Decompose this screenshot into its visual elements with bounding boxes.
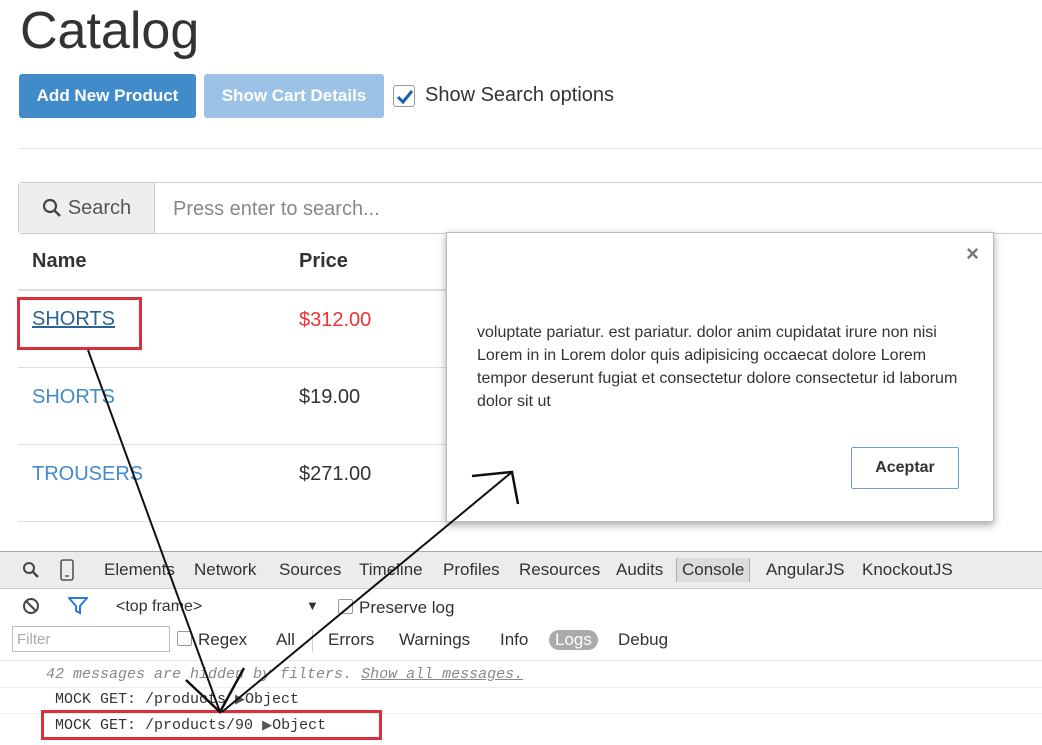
close-icon[interactable]: × (966, 241, 979, 267)
table-header-name: Name (32, 250, 87, 272)
highlight-box-console (41, 710, 382, 740)
product-link-trousers[interactable]: TROUSERS (32, 463, 143, 486)
filter-icon[interactable] (68, 597, 88, 615)
console-divider (0, 687, 1042, 688)
modal-body-text: voluptate pariatur. est pariatur. dolor … (477, 324, 958, 410)
tab-sources[interactable]: Sources (279, 560, 341, 580)
tab-audits[interactable]: Audits (616, 560, 663, 580)
product-modal: × voluptate pariatur. est pariatur. dolo… (446, 232, 994, 522)
clear-console-icon[interactable] (22, 597, 40, 615)
show-search-options-label: Show Search options (425, 84, 615, 106)
console-toolbar: <top frame> ▼ Preserve log (0, 590, 1042, 624)
regex-label: Regex (198, 630, 248, 649)
level-separator (312, 630, 313, 652)
level-logs[interactable]: Logs (549, 630, 598, 650)
console-log-text: MOCK GET: /products (55, 691, 227, 708)
level-errors[interactable]: Errors (328, 630, 374, 650)
search-icon (42, 198, 61, 217)
level-warnings[interactable]: Warnings (399, 630, 470, 650)
row-divider (18, 367, 448, 368)
chevron-down-icon[interactable]: ▼ (306, 598, 319, 613)
filter-input[interactable] (12, 626, 170, 652)
tab-resources[interactable]: Resources (519, 560, 600, 580)
console-filter-bar: Regex All Errors Warnings Info Logs Debu… (0, 624, 1042, 661)
show-all-messages-link[interactable]: Show all messages. (361, 666, 523, 683)
tab-network[interactable]: Network (194, 560, 256, 580)
inspect-search-icon[interactable] (22, 561, 40, 579)
row-divider (18, 444, 448, 445)
tab-console[interactable]: Console (676, 558, 751, 582)
table-header-price: Price (299, 250, 348, 272)
product-price: $19.00 (299, 386, 361, 408)
highlight-box-product (17, 297, 142, 350)
tab-knockoutjs[interactable]: KnockoutJS (862, 560, 953, 580)
level-all[interactable]: All (276, 630, 295, 650)
search-addon-label: Search (67, 196, 132, 219)
product-price: $271.00 (299, 463, 372, 485)
preserve-log-label: Preserve log (359, 598, 455, 617)
search-group: Search (18, 182, 1042, 235)
console-object[interactable]: Object (245, 691, 299, 708)
frame-selector[interactable]: <top frame> (116, 598, 202, 616)
tab-elements[interactable]: Elements (104, 560, 175, 580)
regex-checkbox[interactable] (177, 631, 192, 646)
page-title: Catalog (20, 2, 200, 60)
aceptar-button[interactable]: Aceptar (851, 447, 959, 489)
show-search-options-checkbox[interactable] (393, 85, 415, 107)
checkmark-icon (396, 90, 414, 105)
search-input[interactable] (173, 183, 1035, 235)
expand-triangle-icon[interactable]: ▶ (235, 692, 245, 707)
product-price: $312.00 (299, 309, 372, 331)
page: Catalog Add New Product Show Cart Detail… (0, 0, 1042, 745)
level-debug[interactable]: Debug (618, 630, 668, 650)
tab-profiles[interactable]: Profiles (443, 560, 500, 580)
row-divider (18, 521, 448, 522)
level-info[interactable]: Info (500, 630, 528, 650)
preserve-log-checkbox[interactable] (338, 599, 353, 614)
search-addon[interactable]: Search (19, 183, 155, 233)
table-header-divider (18, 289, 448, 291)
add-new-product-button[interactable]: Add New Product (19, 74, 196, 118)
tab-angularjs[interactable]: AngularJS (766, 560, 844, 580)
hidden-messages-text: 42 messages are hidden by filters. (46, 666, 353, 683)
tab-timeline[interactable]: Timeline (359, 560, 423, 580)
show-cart-details-button[interactable]: Show Cart Details (204, 74, 384, 118)
product-link-shorts-2[interactable]: SHORTS (32, 386, 115, 409)
devtools-toolbar: Elements Network Sources Timeline Profil… (0, 552, 1042, 589)
device-mode-icon[interactable] (60, 559, 74, 581)
hidden-messages-notice: 42 messages are hidden by filters. Show … (46, 666, 1042, 683)
divider (18, 148, 1042, 149)
console-log-line: MOCK GET: /products ▶Object (55, 691, 1042, 708)
